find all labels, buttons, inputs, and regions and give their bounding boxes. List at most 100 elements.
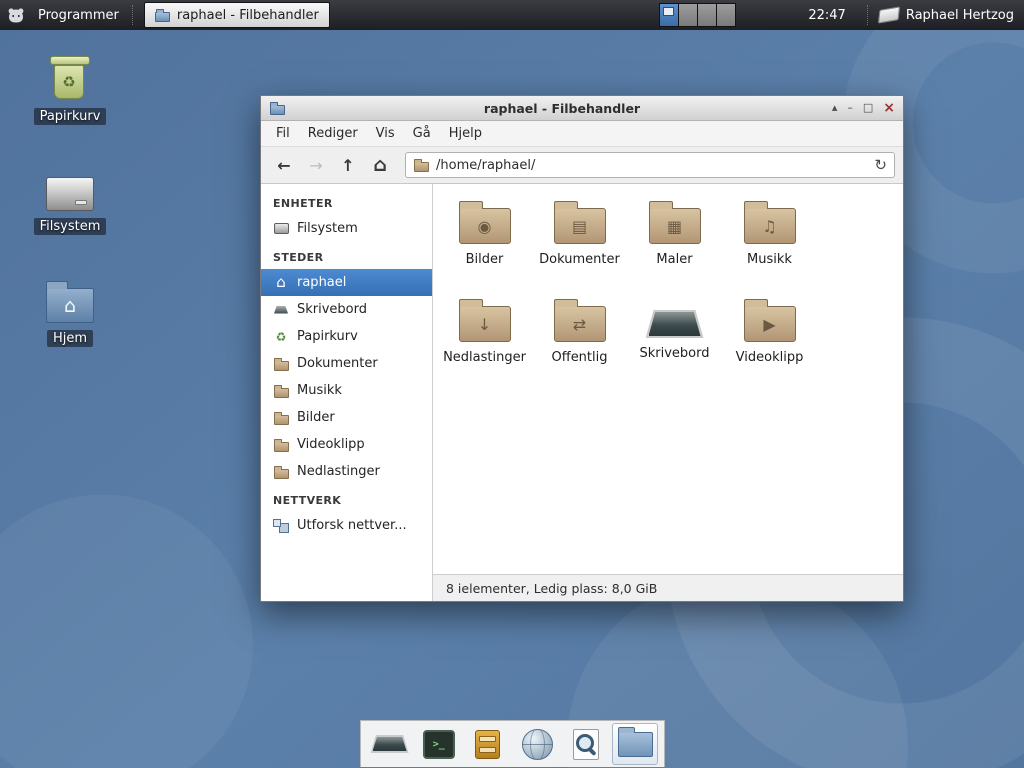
desktop-icon (273, 302, 289, 318)
terminal-icon: >_ (423, 730, 455, 759)
templates-folder-icon: ▦ (649, 208, 701, 244)
home-button[interactable]: ⌂ (365, 152, 395, 179)
music-emblem-icon: ♫ (745, 209, 795, 243)
sidebar-item-trash[interactable]: Papirkurv (261, 323, 432, 350)
desktop-icon-home[interactable]: ⌂ Hjem (22, 278, 118, 347)
file-tile-skrivebord[interactable]: Skrivebord (627, 296, 722, 386)
desktop-icon-label: Hjem (47, 330, 93, 347)
sidebar-item-label: Filsystem (297, 221, 358, 236)
xfce-logo-icon[interactable] (6, 5, 26, 25)
workspace-1[interactable] (660, 4, 679, 26)
file-tile-musikk[interactable]: ♫ Musikk (722, 198, 817, 288)
dock-web-browser[interactable] (514, 723, 560, 765)
folder-icon (413, 157, 429, 173)
user-icon (878, 6, 900, 23)
dock-panel: >_ (360, 720, 665, 767)
documents-folder-icon (273, 356, 289, 372)
desktop-icon-trash[interactable]: ♻ Papirkurv (22, 55, 118, 125)
file-tile-nedlastinger[interactable]: ↓ Nedlastinger (437, 296, 532, 386)
workspace-2[interactable] (679, 4, 698, 26)
videos-folder-icon: ▶ (744, 306, 796, 342)
statusbar: 8 ielementer, Ledig plass: 8,0 GiB (433, 574, 903, 601)
sidebar-item-label: Nedlastinger (297, 464, 380, 479)
home-folder-icon: ⌂ (46, 288, 94, 323)
file-manager-folder-icon (618, 732, 653, 757)
home-icon (273, 275, 289, 291)
window-title: raphael - Filbehandler (321, 101, 803, 116)
music-folder-icon (273, 383, 289, 399)
show-desktop-icon (371, 735, 409, 753)
up-button[interactable]: ↑ (333, 152, 363, 179)
forward-button[interactable]: → (301, 152, 331, 179)
videos-folder-icon (273, 437, 289, 453)
dock-show-desktop[interactable] (367, 723, 413, 765)
file-label: Nedlastinger (443, 350, 526, 365)
sidebar-item-documents[interactable]: Dokumenter (261, 350, 432, 377)
workspace-pager (659, 3, 736, 27)
camera-emblem-icon: ◉ (460, 209, 510, 243)
sidebar-header-network: NETTVERK (261, 485, 432, 512)
menu-view[interactable]: Vis (367, 122, 404, 146)
file-label: Bilder (466, 252, 504, 267)
sidebar-item-downloads[interactable]: Nedlastinger (261, 458, 432, 485)
user-session-menu[interactable]: Raphael Hertzog (879, 8, 1014, 23)
file-tile-offentlig[interactable]: ⇄ Offentlig (532, 296, 627, 386)
desktop-icon-filesystem[interactable]: Filsystem (22, 168, 118, 235)
workspace-4[interactable] (717, 4, 735, 26)
maximize-button[interactable]: □ (863, 97, 873, 119)
dock-app-finder[interactable] (563, 723, 609, 765)
minimize-button[interactable]: – (847, 97, 853, 119)
close-button[interactable]: × (883, 97, 895, 119)
applications-menu[interactable]: Programmer (32, 8, 125, 23)
icon-view[interactable]: ◉ Bilder ▤ Dokumenter ▦ Mal (433, 184, 903, 574)
file-label: Offentlig (552, 350, 608, 365)
titlebar-buttons: ▴ – □ × (832, 97, 895, 119)
menubar: Fil Rediger Vis Gå Hjelp (261, 121, 903, 147)
file-label: Maler (656, 252, 692, 267)
sidebar-item-label: Musikk (297, 383, 342, 398)
sidebar-item-raphael[interactable]: raphael (261, 269, 432, 296)
pictures-folder-icon (273, 410, 289, 426)
sidebar-item-filesystem[interactable]: Filsystem (261, 215, 432, 242)
file-tile-bilder[interactable]: ◉ Bilder (437, 198, 532, 288)
dock-file-manager[interactable] (612, 723, 658, 765)
file-tile-dokumenter[interactable]: ▤ Dokumenter (532, 198, 627, 288)
file-tile-videoklipp[interactable]: ▶ Videoklipp (722, 296, 817, 386)
file-manager-window: raphael - Filbehandler ▴ – □ × Fil Redig… (260, 95, 904, 602)
reload-button[interactable]: ↻ (874, 156, 887, 174)
globe-icon (522, 729, 553, 760)
taskbar-window-button[interactable]: raphael - Filbehandler (144, 2, 330, 28)
music-folder-icon: ♫ (744, 208, 796, 244)
statusbar-text: 8 ielementer, Ledig plass: 8,0 GiB (446, 581, 657, 596)
desktop-icon-label: Papirkurv (34, 108, 107, 125)
sidebar-item-music[interactable]: Musikk (261, 377, 432, 404)
panel-separator (132, 5, 137, 25)
sidebar-item-browse-network[interactable]: Utforsk nettver... (261, 512, 432, 539)
menu-go[interactable]: Gå (404, 122, 440, 146)
downloads-folder-icon: ↓ (459, 306, 511, 342)
menu-help[interactable]: Hjelp (440, 122, 491, 146)
file-tile-maler[interactable]: ▦ Maler (627, 198, 722, 288)
back-button[interactable]: ← (269, 152, 299, 179)
taskbar-window-label: raphael - Filbehandler (177, 8, 319, 23)
sidebar-item-label: raphael (297, 275, 346, 290)
workspace-3[interactable] (698, 4, 717, 26)
clock[interactable]: 22:47 (808, 8, 845, 23)
dock-file-cabinet[interactable] (465, 723, 511, 765)
path-bar[interactable]: /home/raphael/ ↻ (405, 152, 895, 178)
dock-terminal[interactable]: >_ (416, 723, 462, 765)
shade-button[interactable]: ▴ (832, 97, 838, 119)
sidebar-item-desktop[interactable]: Skrivebord (261, 296, 432, 323)
sidebar-item-pictures[interactable]: Bilder (261, 404, 432, 431)
sidebar-item-videos[interactable]: Videoklipp (261, 431, 432, 458)
desktop-root: Programmer raphael - Filbehandler 22:47 … (0, 0, 1024, 768)
file-cabinet-icon (475, 730, 500, 759)
titlebar[interactable]: raphael - Filbehandler ▴ – □ × (261, 96, 903, 121)
desktop-icon-label: Filsystem (34, 218, 107, 235)
places-sidebar: ENHETER Filsystem STEDER raphael Skriveb… (261, 184, 433, 601)
sidebar-item-label: Videoklipp (297, 437, 365, 452)
network-icon (273, 518, 289, 534)
menu-edit[interactable]: Rediger (299, 122, 367, 146)
desktop-icon (646, 310, 704, 338)
menu-file[interactable]: Fil (267, 122, 299, 146)
